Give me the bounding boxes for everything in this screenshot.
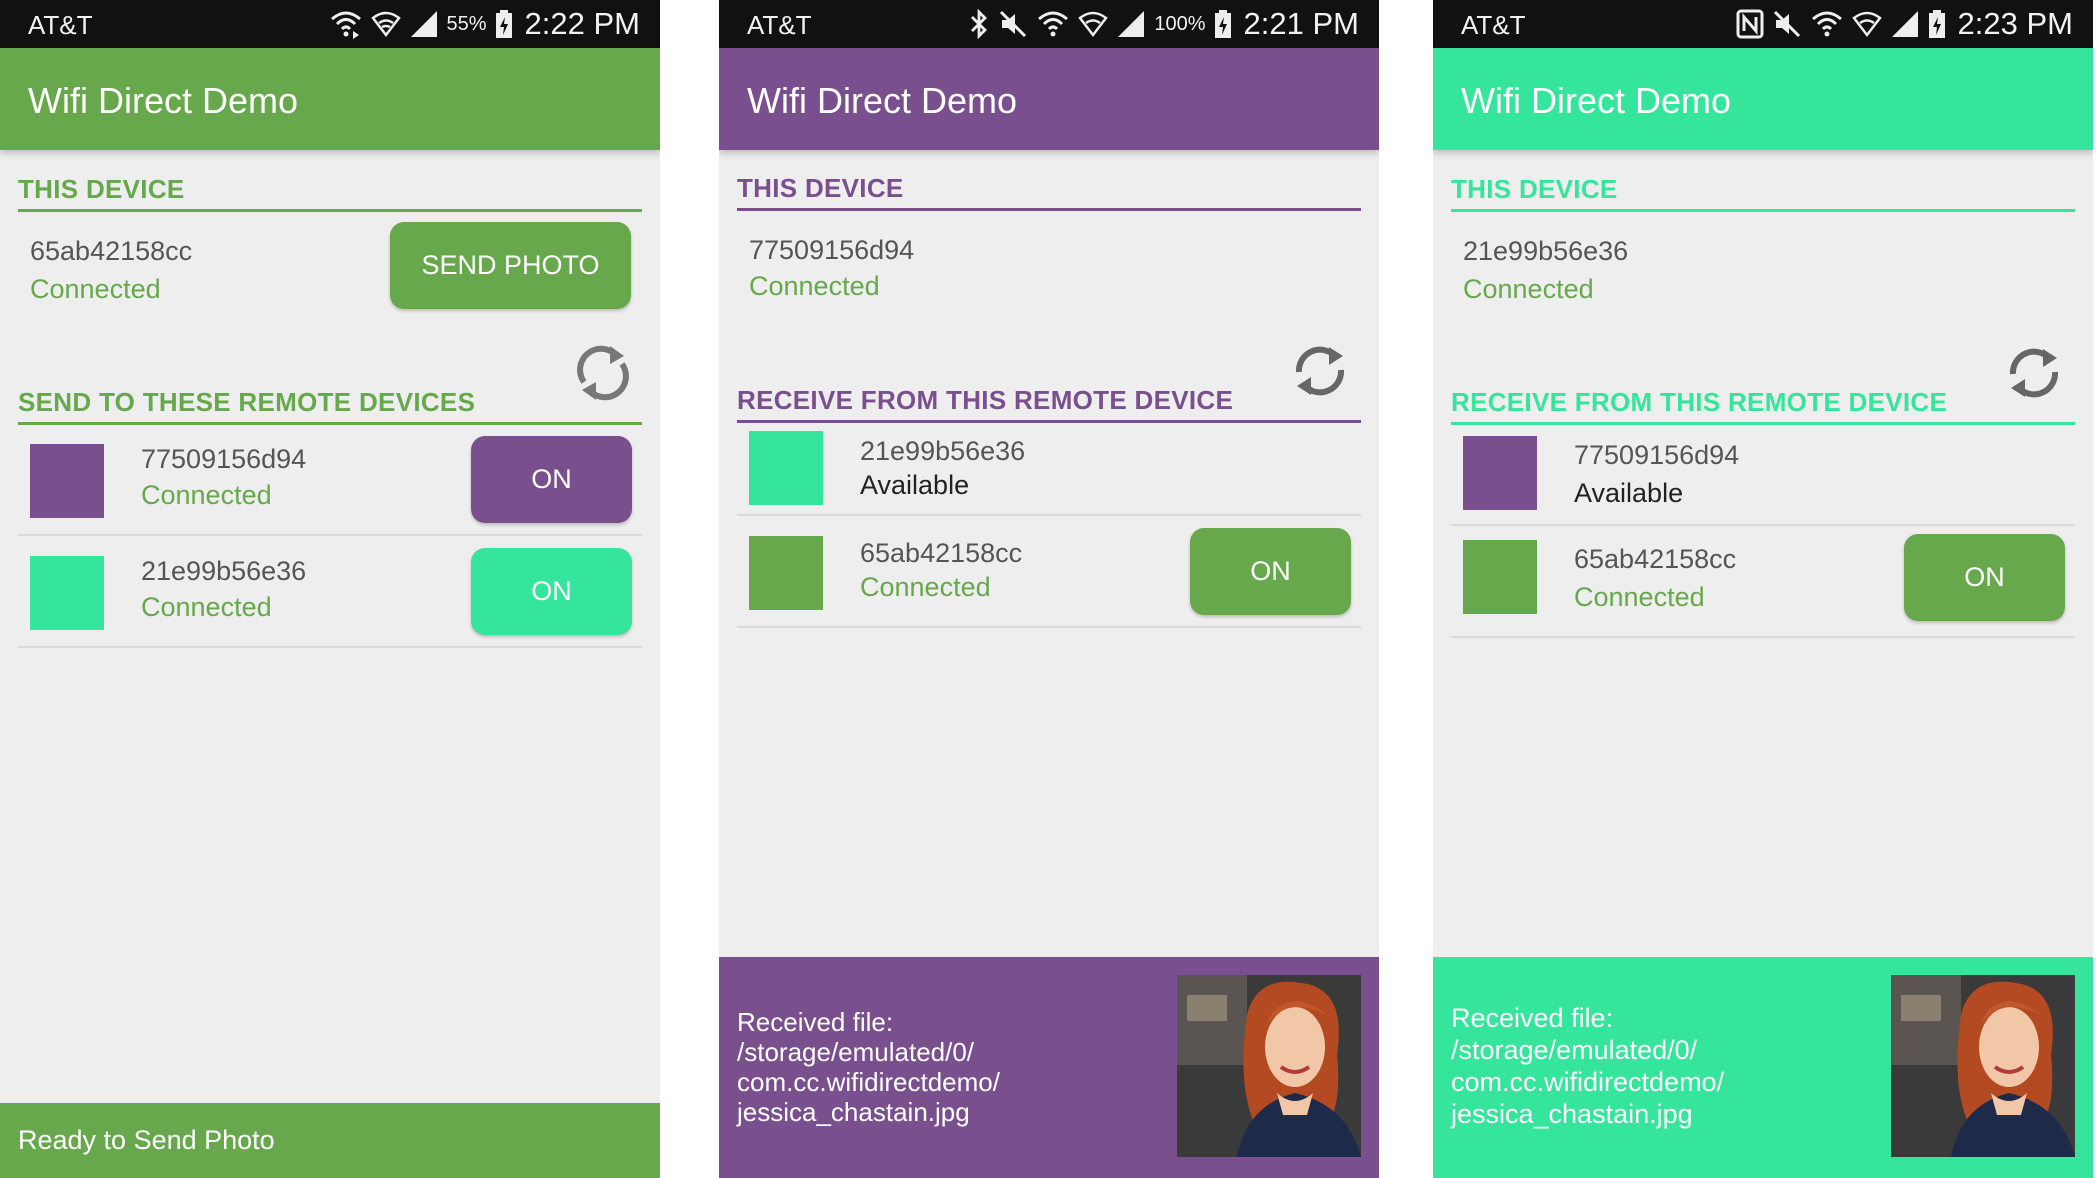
wifi-icon (1078, 9, 1109, 39)
remote-device-row: 21e99b56e36 Available (737, 418, 1361, 516)
received-file-path: com.cc.wifidirectdemo/ (737, 1067, 1000, 1097)
mute-icon (1772, 9, 1802, 39)
remote-device-row: 65ab42158cc Connected ON (737, 516, 1361, 628)
device-color-swatch (30, 556, 104, 630)
battery-icon (495, 9, 513, 39)
clock: 2:23 PM (1957, 6, 2073, 41)
remote-device-row: 21e99b56e36 Connected ON (18, 536, 642, 648)
received-file-path: com.cc.wifidirectdemo/ (1451, 1067, 1725, 1097)
received-photo-thumbnail[interactable] (1891, 975, 2075, 1157)
send-photo-button[interactable]: SEND PHOTO (390, 222, 631, 309)
clock: 2:21 PM (1243, 6, 1359, 41)
mute-icon (998, 9, 1028, 39)
app-bar: Wifi Direct Demo (0, 48, 660, 150)
device-color-swatch (749, 536, 823, 610)
received-photo-thumbnail[interactable] (1177, 975, 1361, 1157)
app-title: Wifi Direct Demo (747, 80, 1018, 121)
this-device-name: 77509156d94 (749, 235, 915, 265)
remote-device-status: Available (1574, 478, 1684, 508)
device-color-swatch (749, 431, 823, 505)
cast-icon (1810, 9, 1844, 39)
app-bar: Wifi Direct Demo (1433, 48, 2093, 150)
app-title: Wifi Direct Demo (28, 80, 299, 121)
phone-screen-receive-purple: AT&T 100% 2:21 PM Wifi Direct Demo THIS … (719, 0, 1379, 1178)
remote-device-name: 65ab42158cc (860, 538, 1023, 568)
this-device-header: THIS DEVICE (737, 173, 1361, 211)
received-file-path: /storage/emulated/0/ (737, 1037, 975, 1067)
app-title: Wifi Direct Demo (1461, 80, 1732, 121)
footer-status-text: Ready to Send Photo (18, 1125, 275, 1155)
remote-device-status: Connected (141, 592, 272, 622)
this-device-name: 21e99b56e36 (1463, 236, 1629, 266)
battery-icon (1928, 9, 1946, 39)
device-on-button[interactable]: ON (471, 436, 632, 523)
carrier-label: AT&T (28, 10, 93, 40)
received-file-name: jessica_chastain.jpg (1451, 1099, 1693, 1129)
this-device-name: 65ab42158cc (30, 236, 193, 266)
signal-icon (409, 9, 439, 39)
remote-device-row: 77509156d94 Connected ON (18, 424, 642, 536)
phone-screen-send: AT&T 55% 2:22 PM Wifi Direct Demo THIS D… (0, 0, 660, 1178)
remote-device-status: Available (860, 470, 970, 500)
signal-icon (1890, 9, 1920, 39)
wifi-icon (1851, 9, 1882, 39)
received-file-label: Received file: (1451, 1003, 1614, 1033)
device-on-button[interactable]: ON (1190, 528, 1351, 615)
nfc-icon (1736, 9, 1764, 39)
status-bar: AT&T 55% 2:22 PM (0, 0, 660, 48)
received-file-label: Received file: (737, 1007, 894, 1037)
wifi-icon (370, 9, 401, 39)
remote-device-name: 77509156d94 (141, 444, 307, 474)
this-device-header: THIS DEVICE (18, 174, 642, 212)
remote-device-name: 21e99b56e36 (860, 436, 1026, 466)
this-device-status: Connected (1463, 274, 1594, 304)
remote-device-row: 65ab42158cc Connected ON (1451, 526, 2075, 638)
phone-screen-receive-mint: AT&T 2:23 PM Wifi Direct Demo THIS DEVIC… (1433, 0, 2093, 1178)
clock: 2:22 PM (524, 6, 640, 41)
cast-icon (1036, 9, 1070, 39)
remote-device-name: 77509156d94 (1574, 440, 1740, 470)
received-file-panel: Received file: /storage/emulated/0/ com.… (1433, 957, 2093, 1178)
status-bar: AT&T 2:23 PM (1433, 0, 2093, 48)
received-file-path: /storage/emulated/0/ (1451, 1035, 1698, 1065)
remote-device-status: Connected (860, 572, 991, 602)
this-device-status: Connected (30, 274, 161, 304)
remote-devices-header: SEND TO THESE REMOTE DEVICES (18, 387, 642, 425)
remote-device-header: RECEIVE FROM THIS REMOTE DEVICE (1451, 387, 2075, 425)
cast-icon (329, 9, 363, 39)
carrier-label: AT&T (1461, 10, 1526, 40)
remote-device-status: Connected (141, 480, 272, 510)
device-on-button[interactable]: ON (471, 548, 632, 635)
app-bar: Wifi Direct Demo (719, 48, 1379, 150)
device-color-swatch (1463, 436, 1537, 510)
this-device-header: THIS DEVICE (1451, 174, 2075, 212)
carrier-label: AT&T (747, 10, 812, 40)
status-footer: Ready to Send Photo (0, 1103, 660, 1178)
battery-percent: 100% (1154, 12, 1206, 35)
status-bar: AT&T 100% 2:21 PM (719, 0, 1379, 48)
device-on-button[interactable]: ON (1904, 534, 2065, 621)
received-file-panel: Received file: /storage/emulated/0/ com.… (719, 957, 1379, 1178)
device-color-swatch (1463, 540, 1537, 614)
remote-device-row: 77509156d94 Available (1451, 424, 2075, 526)
this-device-status: Connected (749, 271, 880, 301)
remote-device-name: 65ab42158cc (1574, 544, 1737, 574)
battery-icon (1214, 9, 1232, 39)
battery-percent: 55% (446, 12, 487, 35)
device-color-swatch (30, 444, 104, 518)
remote-device-status: Connected (1574, 582, 1705, 612)
signal-icon (1116, 9, 1146, 39)
bluetooth-icon (968, 9, 990, 39)
remote-device-name: 21e99b56e36 (141, 556, 307, 586)
received-file-name: jessica_chastain.jpg (737, 1097, 970, 1127)
